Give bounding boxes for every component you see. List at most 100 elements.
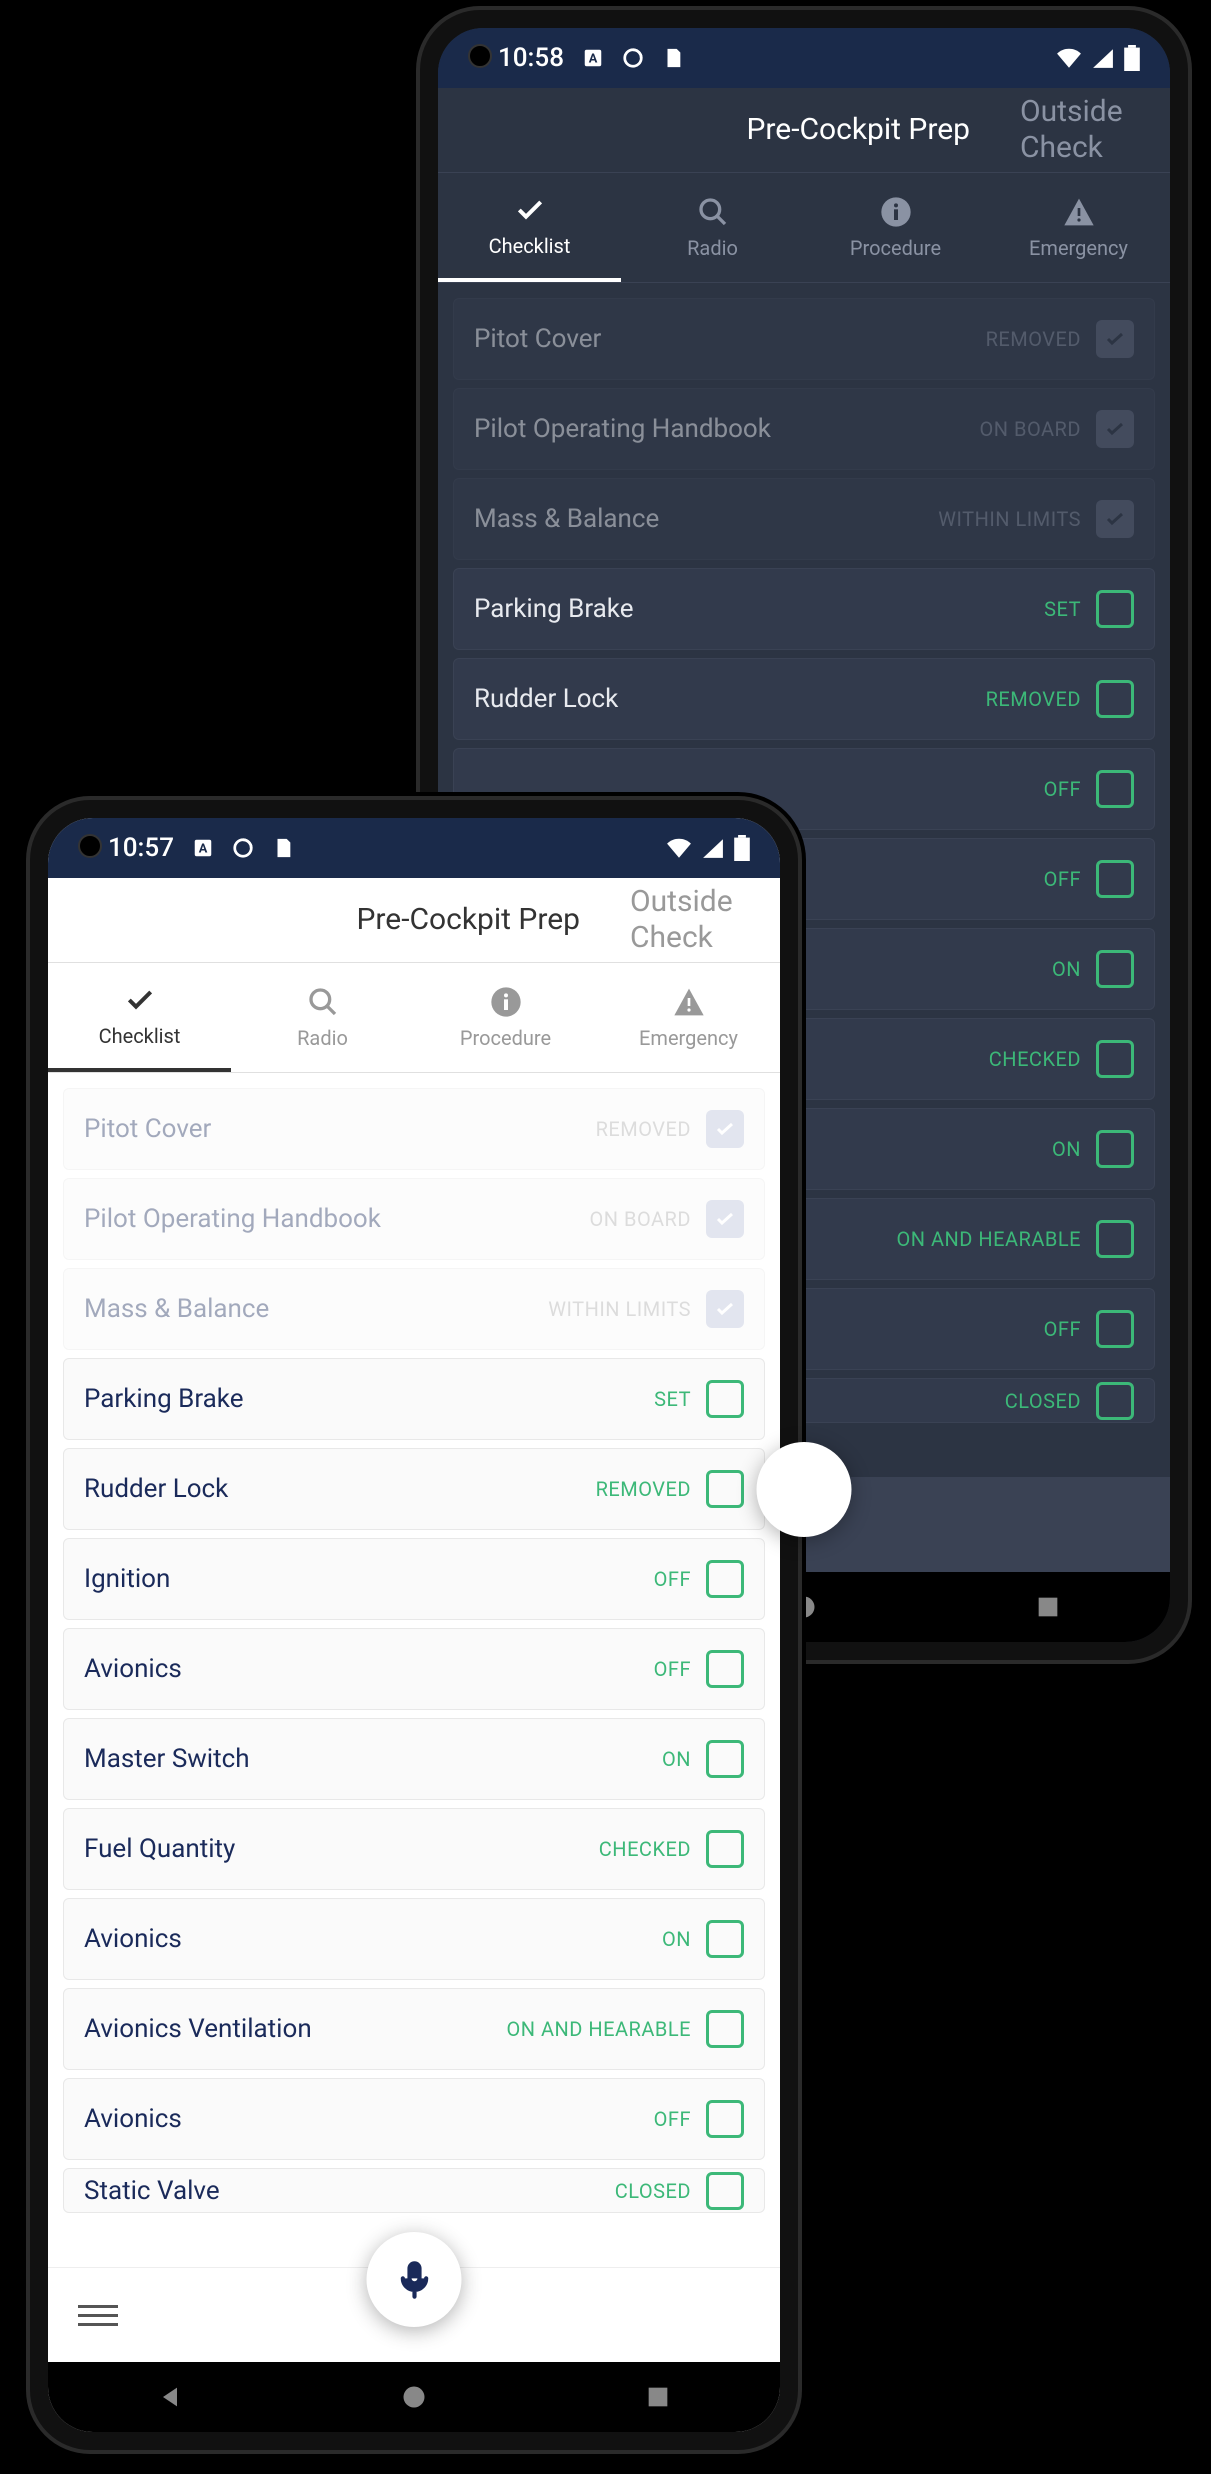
wifi-icon bbox=[1056, 48, 1082, 68]
checkbox[interactable] bbox=[706, 1920, 744, 1958]
checkbox[interactable] bbox=[706, 2172, 744, 2210]
item-status: ON BOARD bbox=[590, 1207, 692, 1231]
tab-procedure[interactable]: Procedure bbox=[414, 963, 597, 1072]
checkbox[interactable] bbox=[1096, 1382, 1134, 1420]
checklist-item[interactable]: Mass & BalanceWITHIN LIMITS bbox=[63, 1268, 765, 1350]
tab-checklist[interactable]: Checklist bbox=[48, 963, 231, 1072]
checklist-item[interactable]: AvionicsOFF bbox=[63, 2078, 765, 2160]
signal-icon bbox=[702, 838, 724, 858]
checklist-item[interactable]: Ignition OFF bbox=[63, 1538, 765, 1620]
item-label: Pilot Operating Handbook bbox=[84, 1204, 381, 1234]
checklist-item[interactable]: Mass & BalanceWITHIN LIMITS bbox=[453, 478, 1155, 560]
checklist-item[interactable]: AvionicsON bbox=[63, 1898, 765, 1980]
checkbox[interactable] bbox=[1096, 950, 1134, 988]
battery-icon bbox=[1124, 45, 1140, 71]
item-status: OFF bbox=[654, 1567, 691, 1591]
search-icon bbox=[307, 986, 339, 1018]
item-label: Parking Brake bbox=[84, 1384, 243, 1414]
checkbox[interactable] bbox=[1096, 1220, 1134, 1258]
info-icon bbox=[490, 986, 522, 1018]
item-label: Pitot Cover bbox=[84, 1114, 211, 1144]
checkbox[interactable] bbox=[706, 1380, 744, 1418]
recent-button[interactable] bbox=[1034, 1593, 1062, 1621]
item-label: Avionics bbox=[84, 1654, 182, 1684]
item-label: Pitot Cover bbox=[474, 324, 601, 354]
wifi-icon bbox=[666, 838, 692, 858]
checkbox[interactable] bbox=[706, 1650, 744, 1688]
tab-emergency[interactable]: Emergency bbox=[597, 963, 780, 1072]
back-button[interactable] bbox=[156, 2383, 184, 2411]
item-status: CLOSED bbox=[1005, 1389, 1081, 1413]
item-status: OFF bbox=[654, 2107, 691, 2131]
tab-outside-check[interactable]: Outside Check bbox=[630, 884, 750, 956]
item-label: Pilot Operating Handbook bbox=[474, 414, 771, 444]
checkbox[interactable] bbox=[706, 1110, 744, 1148]
home-button[interactable] bbox=[400, 2383, 428, 2411]
checkbox[interactable] bbox=[706, 1830, 744, 1868]
header-tabs: Pre-Cockpit Prep Outside Check bbox=[48, 878, 780, 963]
checklist-item[interactable]: Pilot Operating Handbook ON BOARD bbox=[63, 1178, 765, 1260]
checkbox[interactable] bbox=[1096, 680, 1134, 718]
tab-checklist[interactable]: Checklist bbox=[438, 173, 621, 282]
mic-fab[interactable] bbox=[757, 1442, 852, 1537]
checkbox[interactable] bbox=[706, 1470, 744, 1508]
checkbox[interactable] bbox=[706, 2100, 744, 2138]
checklist-item[interactable]: Pitot CoverREMOVED bbox=[63, 1088, 765, 1170]
checklist-item[interactable]: Pitot CoverREMOVED bbox=[453, 298, 1155, 380]
item-label: Static Valve bbox=[84, 2176, 220, 2206]
item-label: Ignition bbox=[84, 1564, 170, 1594]
tab-procedure[interactable]: Procedure bbox=[804, 173, 987, 282]
item-label: Rudder Lock bbox=[474, 684, 618, 714]
checkbox[interactable] bbox=[706, 1200, 744, 1238]
item-status: REMOVED bbox=[596, 1477, 691, 1501]
checklist-item[interactable]: Fuel QuantityCHECKED bbox=[63, 1808, 765, 1890]
checklist-item[interactable]: Rudder LockREMOVED bbox=[63, 1448, 765, 1530]
item-status: REMOVED bbox=[986, 687, 1081, 711]
tab-pre-cockpit[interactable]: Pre-Cockpit Prep bbox=[746, 112, 970, 148]
checklist-item[interactable]: Avionics VentilationON AND HEARABLE bbox=[63, 1988, 765, 2070]
item-status: CHECKED bbox=[599, 1837, 691, 1861]
phone-light-mockup: 10:57 A Pre-Cockpit Prep Outside Check C… bbox=[30, 800, 798, 2450]
svg-text:A: A bbox=[199, 842, 208, 857]
checkbox[interactable] bbox=[1096, 1130, 1134, 1168]
checkbox[interactable] bbox=[1096, 320, 1134, 358]
item-label: Master Switch bbox=[84, 1744, 250, 1774]
checkbox[interactable] bbox=[706, 1740, 744, 1778]
auto-text-icon: A bbox=[582, 47, 604, 69]
checklist-item[interactable]: Parking BrakeSET bbox=[453, 568, 1155, 650]
recent-button[interactable] bbox=[644, 2383, 672, 2411]
checklist-item[interactable]: Pilot Operating HandbookON BOARD bbox=[453, 388, 1155, 470]
checkbox[interactable] bbox=[706, 1290, 744, 1328]
battery-icon bbox=[734, 835, 750, 861]
auto-text-icon: A bbox=[192, 837, 214, 859]
mic-icon bbox=[394, 2260, 434, 2300]
tab-emergency[interactable]: Emergency bbox=[987, 173, 1170, 282]
item-status: ON AND HEARABLE bbox=[896, 1227, 1081, 1251]
menu-button[interactable] bbox=[78, 2295, 118, 2335]
tab-radio[interactable]: Radio bbox=[231, 963, 414, 1072]
camera-cutout bbox=[78, 834, 102, 858]
checklist-item[interactable]: Static ValveCLOSED bbox=[63, 2168, 765, 2213]
checkbox[interactable] bbox=[706, 1560, 744, 1598]
tab-radio[interactable]: Radio bbox=[621, 173, 804, 282]
checkbox[interactable] bbox=[1096, 590, 1134, 628]
item-status: WITHIN LIMITS bbox=[938, 507, 1081, 531]
checkbox[interactable] bbox=[706, 2010, 744, 2048]
checkbox[interactable] bbox=[1096, 410, 1134, 448]
item-label: Parking Brake bbox=[474, 594, 633, 624]
checkbox[interactable] bbox=[1096, 1310, 1134, 1348]
mic-fab[interactable] bbox=[367, 2232, 462, 2327]
checklist-item[interactable]: Master SwitchON bbox=[63, 1718, 765, 1800]
checklist-item[interactable]: Rudder Lock REMOVED bbox=[453, 658, 1155, 740]
checklist-item[interactable]: AvionicsOFF bbox=[63, 1628, 765, 1710]
checkbox[interactable] bbox=[1096, 1040, 1134, 1078]
signal-icon bbox=[1092, 48, 1114, 68]
checkbox[interactable] bbox=[1096, 500, 1134, 538]
checkbox[interactable] bbox=[1096, 860, 1134, 898]
item-status: ON bbox=[662, 1927, 691, 1951]
tab-pre-cockpit[interactable]: Pre-Cockpit Prep bbox=[356, 902, 580, 938]
checklist-list[interactable]: Pitot CoverREMOVEDPilot Operating Handbo… bbox=[48, 1073, 780, 2267]
checkbox[interactable] bbox=[1096, 770, 1134, 808]
tab-outside-check[interactable]: Outside Check bbox=[1020, 94, 1140, 166]
checklist-item[interactable]: Parking BrakeSET bbox=[63, 1358, 765, 1440]
